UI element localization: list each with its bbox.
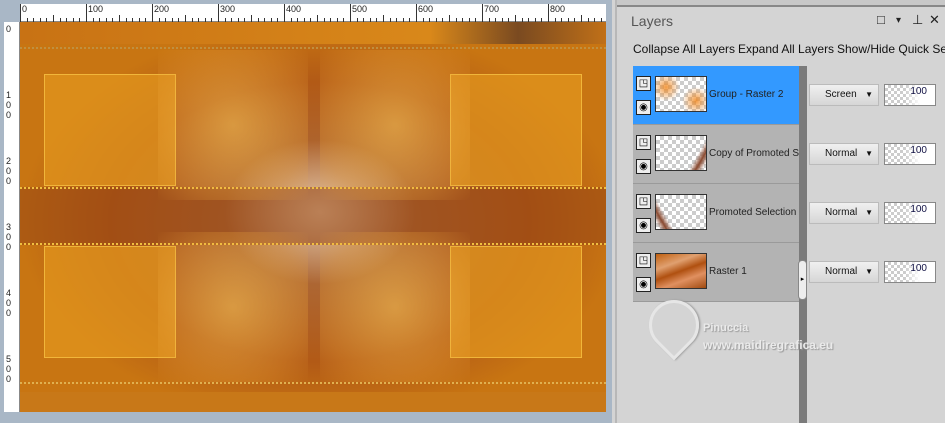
blend-mode-dropdown[interactable]: Normal ▼ — [809, 143, 879, 165]
close-icon[interactable]: ✕ — [929, 12, 940, 28]
restore-icon[interactable]: □ — [877, 12, 885, 27]
ruler-tick — [152, 4, 153, 22]
dropdown-arrow-icon: ▼ — [865, 149, 873, 158]
ruler-tick — [251, 15, 252, 22]
blend-mode-dropdown[interactable]: Screen ▼ — [809, 84, 879, 106]
layer-type-icon[interactable]: ◳ — [636, 135, 651, 150]
ruler-tick — [53, 15, 54, 22]
ruler-label: 700 — [484, 4, 500, 14]
expand-all-layers-button[interactable]: Expand All Layers — [738, 42, 834, 56]
collapse-all-layers-button[interactable]: Collapse All Layers — [633, 42, 735, 56]
dotted-line — [20, 47, 606, 49]
sparkle-area — [158, 50, 308, 200]
ruler-tick — [86, 4, 87, 22]
layer-name: Promoted Selection — [709, 207, 797, 218]
top-border-strip — [20, 22, 606, 44]
ruler-tick — [416, 4, 417, 22]
layer-thumbnail — [655, 194, 707, 230]
blend-mode-dropdown[interactable]: Normal ▼ — [809, 261, 879, 283]
layer-name: Group - Raster 2 — [709, 89, 784, 100]
ruler-label: 0 — [22, 4, 28, 14]
show-hide-quick-settings-button[interactable]: Show/Hide Quick Se — [837, 42, 945, 56]
image-canvas[interactable] — [20, 22, 606, 412]
ruler-label: 800 — [550, 4, 566, 14]
gold-panel-top-left — [44, 74, 176, 186]
eye-visibility-icon[interactable]: ◉ — [636, 277, 651, 292]
ruler-label: 100 — [6, 90, 12, 120]
menu-chevron-icon[interactable]: ▾ — [896, 15, 901, 26]
vertical-ruler: 0 100 200 300 400 500 — [4, 22, 20, 412]
ruler-label: 500 — [6, 354, 12, 384]
opacity-field[interactable]: 100 — [884, 261, 936, 283]
layers-panel: Layers □ ▾ ⊥ ✕ Collapse All Layers Expan… — [615, 0, 945, 423]
dropdown-arrow-icon: ▼ — [865, 267, 873, 276]
layer-row[interactable]: ◳ ◉ Copy of Promoted Sele — [633, 125, 799, 184]
blend-mode-value: Normal — [825, 266, 858, 277]
ruler-label: 300 — [6, 222, 12, 252]
ruler-tick — [119, 15, 120, 22]
dotted-line — [20, 382, 606, 384]
ruler-label: 0 — [6, 24, 12, 34]
layer-row[interactable]: ◳ ◉ Promoted Selection — [633, 184, 799, 243]
panel-top-strip — [617, 0, 945, 7]
dropdown-arrow-icon: ▼ — [865, 90, 873, 99]
sparkle-area — [320, 232, 470, 382]
layer-type-icon[interactable]: ◳ — [636, 194, 651, 209]
ruler-label: 400 — [286, 4, 302, 14]
horizontal-ruler: 0 100 200 300 400 500 600 700 800 — [20, 4, 606, 22]
ruler-tick — [218, 4, 219, 22]
eye-visibility-icon[interactable]: ◉ — [636, 218, 651, 233]
layer-type-icon[interactable]: ◳ — [636, 253, 651, 268]
ruler-tick — [548, 4, 549, 22]
layer-type-icon[interactable]: ◳ — [636, 76, 651, 91]
opacity-field[interactable]: 100 — [884, 143, 936, 165]
ruler-tick — [581, 15, 582, 22]
layer-name: Copy of Promoted Sele — [709, 148, 799, 159]
eye-visibility-icon[interactable]: ◉ — [636, 100, 651, 115]
ruler-label: 200 — [154, 4, 170, 14]
expand-grip-icon[interactable]: ▸ — [798, 260, 807, 300]
ruler-label: 400 — [6, 288, 12, 318]
dropdown-arrow-icon: ▼ — [865, 208, 873, 217]
ruler-label: 300 — [220, 4, 236, 14]
ruler-tick — [350, 4, 351, 22]
layer-row[interactable]: ◳ ◉ Group - Raster 2 — [633, 66, 799, 125]
ruler-label: 500 — [352, 4, 368, 14]
image-workspace: 0 100 200 300 400 500 600 700 800 0 100 200 300 400 5… — [0, 0, 612, 423]
ruler-label: 600 — [418, 4, 434, 14]
layer-row[interactable]: ◳ ◉ Raster 1 — [633, 243, 799, 302]
watermark-name: Pinuccia — [703, 322, 749, 334]
layer-thumbnail — [655, 135, 707, 171]
bottom-border-strip — [20, 392, 606, 412]
ruler-tick — [482, 4, 483, 22]
ruler-tick — [515, 15, 516, 22]
sparkle-area — [320, 50, 470, 200]
opacity-field[interactable]: 100 — [884, 84, 936, 106]
horizontal-band — [20, 187, 606, 245]
sparkle-area — [158, 232, 308, 382]
layer-thumbnail — [655, 253, 707, 289]
ruler-tick — [185, 15, 186, 22]
watermark-url: www.maidiregrafica.eu — [703, 338, 834, 352]
blend-mode-value: Normal — [825, 207, 858, 218]
panel-title: Layers — [631, 13, 674, 29]
opacity-field[interactable]: 100 — [884, 202, 936, 224]
layer-thumbnail — [655, 76, 707, 112]
eye-visibility-icon[interactable]: ◉ — [636, 159, 651, 174]
blend-mode-value: Normal — [825, 148, 858, 159]
panel-splitter[interactable] — [799, 66, 807, 423]
layer-name: Raster 1 — [709, 266, 747, 277]
ruler-tick — [449, 15, 450, 22]
gold-panel-bottom-left — [44, 246, 176, 358]
ruler-label: 200 — [6, 156, 12, 186]
blend-mode-value: Screen — [825, 89, 857, 100]
ruler-tick — [20, 4, 21, 22]
ruler-tick — [317, 15, 318, 22]
ruler-tick — [383, 15, 384, 22]
blend-mode-dropdown[interactable]: Normal ▼ — [809, 202, 879, 224]
pin-icon[interactable]: ⊥ — [912, 12, 923, 28]
ruler-label: 100 — [88, 4, 104, 14]
ruler-tick — [284, 4, 285, 22]
